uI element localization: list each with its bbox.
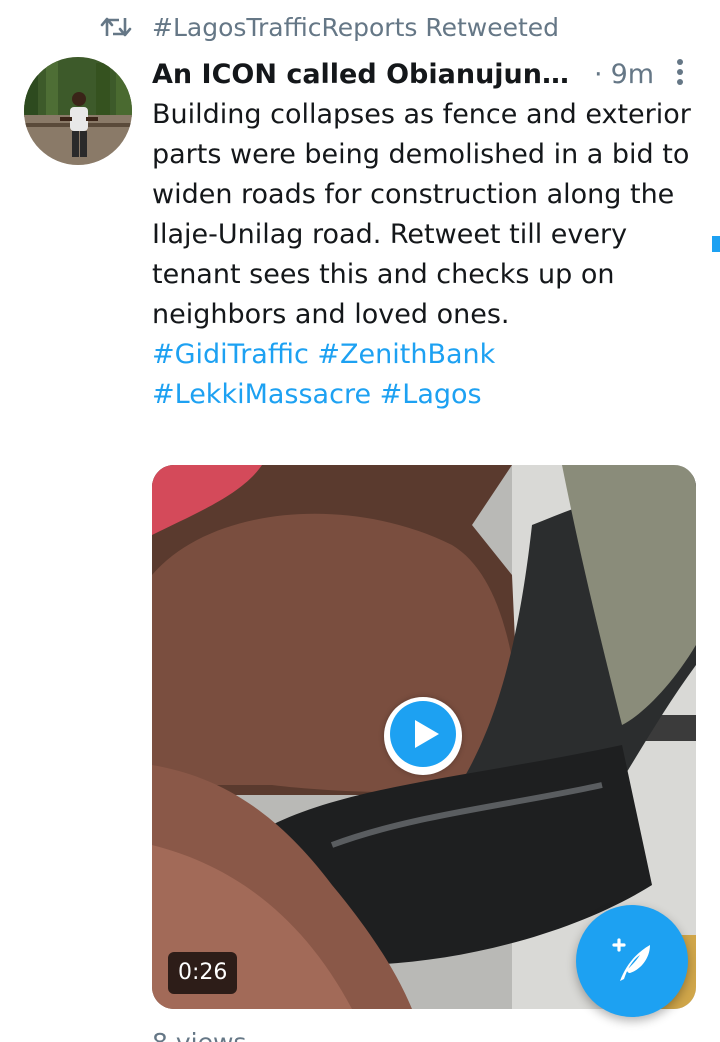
more-vertical-icon[interactable] <box>666 56 694 90</box>
play-icon <box>388 699 458 773</box>
hashtag-list: #GidiTraffic #ZenithBank #LekkiMassacre … <box>152 335 692 415</box>
scroll-indicator <box>712 236 720 252</box>
header-separator: · <box>594 58 603 90</box>
tweet-page: #LagosTrafficReports Retweeted An ICON c… <box>0 0 720 1042</box>
avatar[interactable] <box>24 57 132 165</box>
video-duration: 0:26 <box>168 952 238 994</box>
hashtag-link[interactable]: #Lagos <box>380 379 482 410</box>
retweet-icon <box>100 13 132 41</box>
tweet-header: An ICON called Obianujunw... · 9m <box>152 54 662 94</box>
tweet-text: Building collapses as fence and exterior… <box>152 99 691 330</box>
tweet-body: Building collapses as fence and exterior… <box>152 95 692 415</box>
hashtag-link[interactable]: #ZenithBank <box>317 339 495 370</box>
retweeted-by-label: #LagosTrafficReports Retweeted <box>152 12 560 42</box>
retweet-banner[interactable]: #LagosTrafficReports Retweeted <box>100 10 559 44</box>
play-button[interactable] <box>384 697 462 775</box>
tweet-timestamp[interactable]: 9m <box>611 59 654 90</box>
author-name[interactable]: An ICON called Obianujunw... <box>152 59 580 90</box>
view-count: 8 views <box>152 1028 246 1042</box>
compose-tweet-button[interactable] <box>576 905 688 1017</box>
compose-tweet-icon <box>606 935 658 987</box>
hashtag-link[interactable]: #GidiTraffic <box>152 339 309 370</box>
hashtag-link[interactable]: #LekkiMassacre <box>152 379 371 410</box>
